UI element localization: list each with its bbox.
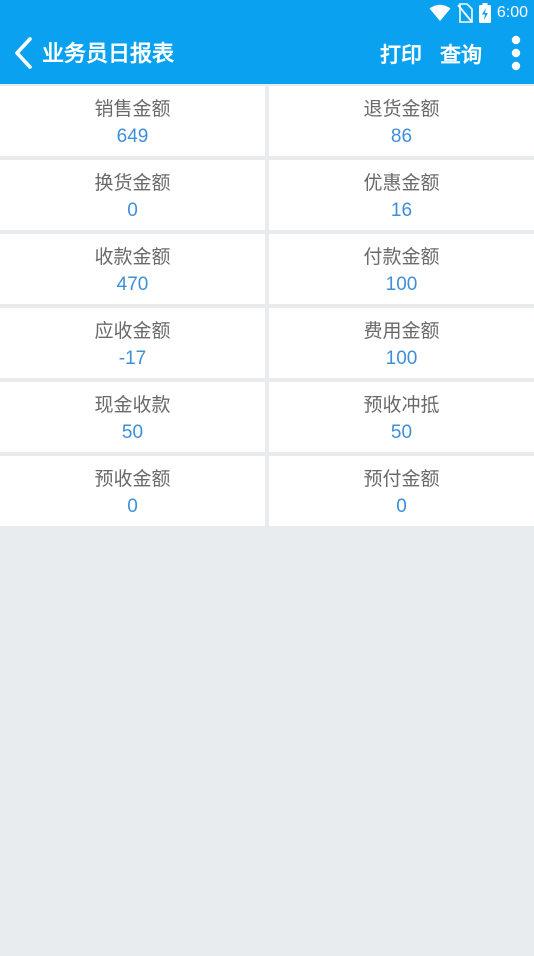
cell-value: 50 — [390, 422, 413, 443]
status-time: 6:00 — [496, 4, 528, 21]
summary-cell-advance-received[interactable]: 预收金额 0 — [0, 456, 265, 526]
cell-value: -17 — [118, 348, 147, 369]
chevron-left-icon — [12, 36, 34, 74]
page-title: 业务员日报表 — [42, 42, 175, 67]
cell-label: 现金收款 — [94, 394, 171, 416]
cell-value: 50 — [121, 422, 144, 443]
summary-cell-receivable[interactable]: 应收金额 -17 — [0, 308, 265, 378]
summary-cell-paid[interactable]: 付款金额 100 — [269, 234, 534, 304]
cell-value: 16 — [390, 200, 413, 221]
app-bar: 业务员日报表 打印 查询 — [0, 26, 534, 84]
wifi-icon — [429, 4, 451, 22]
cell-label: 预收冲抵 — [363, 394, 440, 416]
cell-label: 换货金额 — [94, 172, 171, 194]
cell-label: 预收金额 — [94, 468, 171, 490]
battery-charging-icon — [478, 3, 491, 23]
more-vertical-icon — [511, 35, 521, 75]
no-sim-icon — [457, 3, 473, 23]
cell-value: 100 — [385, 348, 418, 369]
cell-label: 应收金额 — [94, 320, 171, 342]
cell-label: 预付金额 — [363, 468, 440, 490]
query-button[interactable]: 查询 — [440, 40, 482, 70]
summary-cell-expense[interactable]: 费用金额 100 — [269, 308, 534, 378]
summary-cell-returns[interactable]: 退货金额 86 — [269, 86, 534, 156]
cell-label: 退货金额 — [363, 98, 440, 120]
cell-value: 0 — [127, 200, 138, 221]
cell-value: 649 — [116, 126, 149, 147]
summary-cell-cash-received[interactable]: 现金收款 50 — [0, 382, 265, 452]
summary-cell-prepaid-offset[interactable]: 预收冲抵 50 — [269, 382, 534, 452]
cell-label: 销售金额 — [94, 98, 171, 120]
summary-cell-discount[interactable]: 优惠金额 16 — [269, 160, 534, 230]
cell-label: 费用金额 — [363, 320, 440, 342]
summary-cell-advance-paid[interactable]: 预付金额 0 — [269, 456, 534, 526]
cell-label: 优惠金额 — [363, 172, 440, 194]
cell-value: 100 — [385, 274, 418, 295]
summary-cell-sales[interactable]: 销售金额 649 — [0, 86, 265, 156]
cell-value: 0 — [127, 496, 138, 517]
cell-value: 470 — [116, 274, 149, 295]
cell-label: 付款金额 — [363, 246, 440, 268]
back-button[interactable] — [8, 36, 38, 74]
status-bar: 6:00 — [0, 0, 534, 26]
more-menu-button[interactable] — [502, 35, 530, 75]
cell-label: 收款金额 — [94, 246, 171, 268]
cell-value: 86 — [390, 126, 413, 147]
summary-cell-exchange[interactable]: 换货金额 0 — [0, 160, 265, 230]
summary-cell-received[interactable]: 收款金额 470 — [0, 234, 265, 304]
cell-value: 0 — [396, 496, 407, 517]
print-button[interactable]: 打印 — [380, 40, 422, 70]
status-icons: 6:00 — [429, 2, 528, 24]
